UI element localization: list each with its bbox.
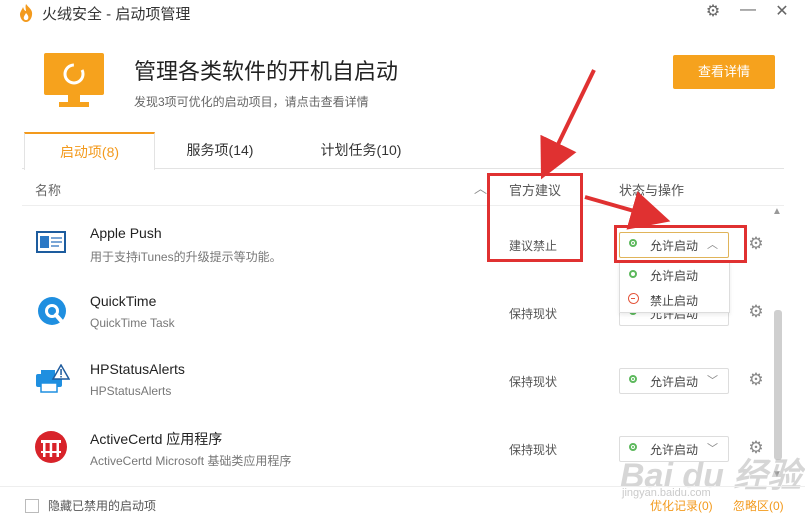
tab-scheduled-tasks[interactable]: 计划任务(10): [306, 132, 416, 169]
row-settings-gear-icon[interactable]: ⚙: [747, 235, 765, 253]
row-app-name: ActiveCertd 应用程序: [90, 431, 223, 447]
row-app-desc: ActiveCertd Microsoft 基础类应用程序: [90, 454, 292, 468]
status-dropdown-menu: 允许启动 禁止启动: [619, 261, 730, 313]
menu-item-label: 禁止启动: [650, 294, 699, 308]
forbid-icon: [628, 293, 639, 304]
page-title: 管理各类软件的开机自启动: [134, 59, 399, 84]
row-app-name: Apple Push: [90, 225, 162, 241]
quicktime-app-icon: [38, 297, 66, 325]
table-row: HPStatusAlerts HPStatusAlerts 保持现状 允许启动 …: [22, 346, 770, 414]
scroll-up-arrow-icon[interactable]: ▲: [772, 206, 782, 217]
row-app-name: QuickTime: [90, 293, 157, 309]
chevron-down-icon: ﹀: [707, 375, 718, 387]
view-details-button[interactable]: 查看详情: [673, 55, 775, 89]
annotation-box-status: [614, 225, 747, 263]
tab-startup-items[interactable]: 启动项(8): [24, 132, 155, 170]
minimize-icon[interactable]: —: [738, 0, 758, 20]
sort-chevron-up-icon[interactable]: ︿: [474, 178, 487, 197]
monitor-refresh-icon: [44, 53, 104, 107]
footer-divider: [0, 486, 805, 487]
row-settings-gear-icon[interactable]: ⚙: [747, 303, 765, 321]
close-icon[interactable]: ✕: [772, 2, 792, 22]
column-header-status: 状态与操作: [619, 183, 685, 198]
row-advice: 保持现状: [509, 307, 558, 321]
status-label: 允许启动: [650, 375, 699, 389]
column-header-name[interactable]: 名称: [35, 180, 61, 199]
hide-disabled-label[interactable]: 隐藏已禁用的启动项: [48, 497, 156, 514]
scrollbar-thumb[interactable]: [774, 310, 782, 460]
row-advice: 保持现状: [509, 375, 558, 389]
row-app-desc: QuickTime Task: [90, 316, 175, 330]
apple-push-app-icon: [36, 231, 66, 253]
tab-services[interactable]: 服务项(14): [170, 132, 270, 169]
menu-item-label: 允许启动: [650, 269, 699, 283]
ignore-area-link[interactable]: 忽略区(0): [733, 497, 784, 514]
allow-dot-icon: [629, 270, 637, 278]
row-settings-gear-icon[interactable]: ⚙: [747, 371, 765, 389]
annotation-box-advice: [487, 173, 583, 262]
huorong-logo-icon: [19, 4, 33, 22]
status-select[interactable]: 允许启动 ﹀: [619, 368, 729, 394]
optimization-log-link[interactable]: 优化记录(0): [650, 497, 713, 514]
settings-gear-icon[interactable]: ⚙: [703, 2, 723, 22]
row-app-name: HPStatusAlerts: [90, 361, 185, 377]
row-advice: 保持现状: [509, 443, 558, 457]
hp-printer-alert-icon: [36, 364, 70, 393]
header-divider: [22, 205, 784, 206]
menu-item-allow[interactable]: 允许启动: [620, 262, 729, 287]
arrow-to-advice: [540, 69, 596, 180]
hide-disabled-checkbox[interactable]: [25, 499, 39, 513]
window-title: 火绒安全 - 启动项管理: [42, 6, 191, 23]
row-app-desc: 用于支持iTunes的升级提示等功能。: [90, 250, 282, 264]
page-subtitle: 发现3项可优化的启动项目，请点击查看详情: [134, 95, 369, 109]
allow-dot-icon: [629, 375, 637, 383]
menu-item-forbid[interactable]: 禁止启动: [620, 287, 729, 312]
activecertd-app-icon: [35, 431, 67, 463]
row-app-desc: HPStatusAlerts: [90, 384, 172, 398]
